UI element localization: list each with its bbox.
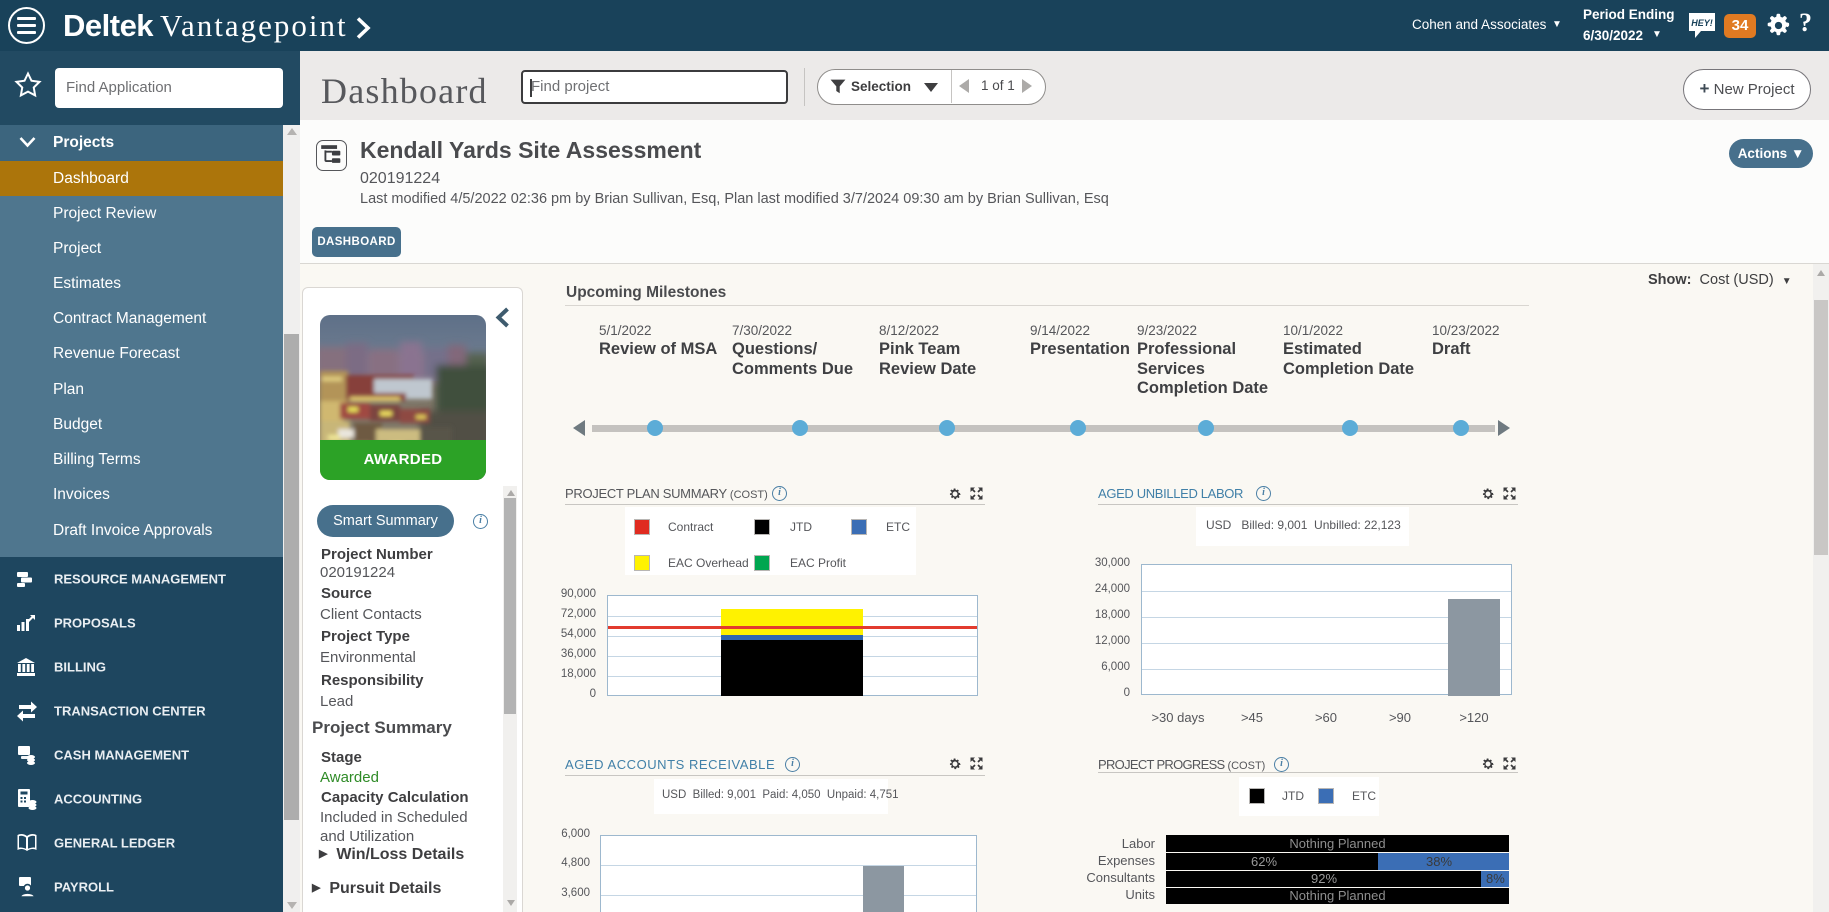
svg-text:HEY!: HEY!	[1691, 18, 1713, 28]
